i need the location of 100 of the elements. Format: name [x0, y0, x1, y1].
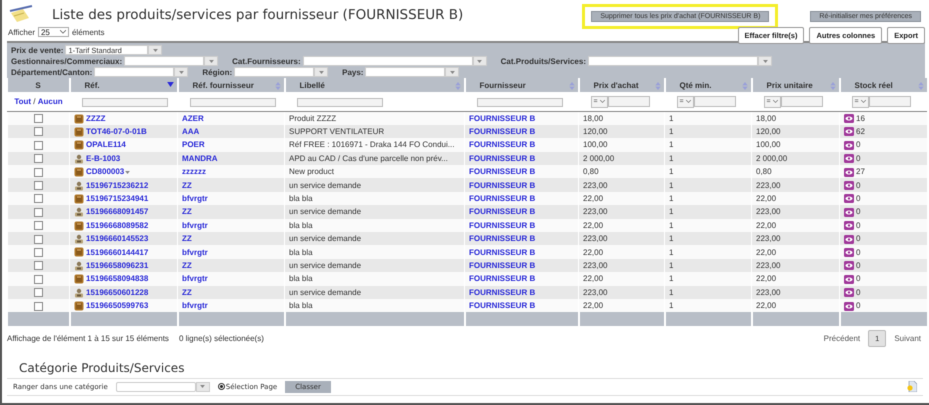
dropdown-button[interactable] [148, 45, 162, 55]
ref-link[interactable]: 15196660144417 [86, 248, 148, 257]
supplier-link[interactable]: FOURNISSEUR B [469, 288, 536, 297]
supplier-ref-link[interactable]: bfvrgtr [182, 301, 208, 310]
supplier-ref-link[interactable]: zzzzzz [182, 167, 206, 176]
eye-icon[interactable] [844, 234, 854, 244]
supplier-link[interactable]: FOURNISSEUR B [469, 301, 536, 310]
supplier-ref-link[interactable]: ZZ [182, 234, 192, 244]
dropdown-button[interactable] [196, 382, 210, 392]
supplier-link[interactable]: FOURNISSEUR B [469, 220, 536, 230]
supplier-link[interactable]: FOURNISSEUR B [469, 207, 536, 216]
eye-icon[interactable] [844, 194, 854, 204]
filter-field[interactable] [296, 98, 382, 107]
supplier-ref-link[interactable]: bfvrgtr [182, 194, 208, 204]
previous-link[interactable]: Précédent [824, 334, 860, 343]
eye-icon[interactable] [844, 154, 854, 164]
dropdown-button[interactable] [314, 67, 328, 77]
supplier-link[interactable]: FOURNISSEUR B [469, 180, 536, 190]
supplier-ref-link[interactable]: ZZ [182, 207, 192, 216]
ref-link[interactable]: 15196658094838 [86, 274, 148, 284]
ref-link[interactable]: 15196660145523 [86, 234, 148, 244]
supplier-ref-link[interactable]: MANDRA [182, 154, 218, 163]
supplier-ref-link[interactable]: POER [182, 140, 205, 150]
supplier-ref-link[interactable]: bfvrgtr [182, 274, 208, 284]
eye-icon[interactable] [844, 181, 854, 190]
ref-link[interactable]: OPALE114 [86, 140, 126, 150]
row-checkbox[interactable] [34, 181, 43, 190]
column-header[interactable]: Libellé [284, 78, 464, 92]
supplier-ref-link[interactable]: ZZ [182, 180, 192, 190]
caret-icon[interactable] [125, 171, 130, 174]
page-size-select[interactable]: 25 [38, 27, 69, 37]
filter-field[interactable] [694, 96, 736, 107]
column-header[interactable]: Fournisseur [464, 78, 578, 92]
supplier-link[interactable]: FOURNISSEUR B [469, 234, 536, 244]
supplier-link[interactable]: FOURNISSEUR B [469, 274, 536, 284]
row-checkbox[interactable] [34, 208, 43, 217]
supplier-ref-link[interactable]: AZER [182, 114, 204, 123]
eye-icon[interactable] [844, 208, 854, 217]
dropdown-button[interactable] [472, 56, 487, 66]
eye-icon[interactable] [844, 302, 854, 311]
filter-field[interactable] [608, 96, 650, 107]
eye-icon[interactable] [844, 168, 854, 177]
supplier-ref-link[interactable]: bfvrgtr [182, 248, 208, 257]
filter-field[interactable] [476, 98, 562, 107]
row-checkbox[interactable] [34, 154, 43, 164]
filter-field[interactable] [780, 96, 823, 107]
row-checkbox[interactable] [34, 127, 43, 136]
filter-field[interactable] [82, 98, 168, 107]
new-document-icon[interactable] [907, 381, 917, 392]
eye-icon[interactable] [844, 221, 854, 230]
radio-button[interactable] [218, 383, 225, 390]
column-header[interactable]: Réf. [70, 78, 178, 92]
row-checkbox[interactable] [34, 221, 43, 230]
supplier-ref-link[interactable]: ZZ [182, 288, 192, 297]
eye-icon[interactable] [844, 288, 854, 298]
row-checkbox[interactable] [34, 248, 43, 257]
supplier-link[interactable]: FOURNISSEUR B [469, 248, 536, 257]
column-header[interactable]: Réf. fournisseur [178, 78, 284, 92]
ref-link[interactable]: 15196715236212 [86, 180, 148, 190]
select-none-link[interactable]: Aucun [38, 97, 63, 106]
column-header[interactable]: Prix unitaire [752, 78, 840, 92]
ref-link[interactable]: 15196715234941 [86, 194, 148, 204]
eye-icon[interactable] [844, 127, 854, 136]
select-all-link[interactable]: Tout [14, 97, 32, 106]
row-checkbox[interactable] [34, 261, 43, 270]
filter-field[interactable] [868, 96, 911, 107]
eye-icon[interactable] [844, 114, 854, 124]
eye-icon[interactable] [844, 274, 854, 284]
row-checkbox[interactable] [34, 168, 43, 177]
supplier-link[interactable]: FOURNISSEUR B [469, 154, 536, 163]
ref-link[interactable]: 15196650599763 [86, 301, 148, 310]
next-link[interactable]: Suivant [894, 334, 921, 343]
column-header[interactable]: Stock réel [840, 78, 926, 92]
supplier-ref-link[interactable]: AAA [182, 127, 200, 136]
row-checkbox[interactable] [34, 114, 43, 124]
dropdown-button[interactable] [445, 67, 460, 77]
ref-link[interactable]: 15196668091457 [86, 207, 148, 216]
supplier-link[interactable]: FOURNISSEUR B [469, 194, 536, 204]
supplier-link[interactable]: FOURNISSEUR B [469, 140, 536, 150]
ref-link[interactable]: CD800003 [86, 167, 124, 176]
supplier-link[interactable]: FOURNISSEUR B [469, 167, 536, 176]
ref-link[interactable]: 15196658096231 [86, 260, 148, 270]
ref-link[interactable]: 15196668089582 [86, 220, 148, 230]
column-header[interactable]: S [8, 78, 70, 92]
ref-link[interactable]: E-B-1003 [86, 154, 120, 163]
column-header[interactable]: Prix d'achat [578, 78, 664, 92]
eye-icon[interactable] [844, 248, 854, 257]
supplier-ref-link[interactable]: ZZ [182, 260, 192, 270]
supplier-ref-link[interactable]: bfvrgtr [182, 220, 208, 230]
row-checkbox[interactable] [34, 302, 43, 311]
supplier-link[interactable]: FOURNISSEUR B [469, 114, 536, 123]
ref-link[interactable]: TOT46-07-0-01B [86, 127, 147, 136]
dropdown-button[interactable] [758, 56, 772, 66]
eye-icon[interactable] [844, 140, 854, 150]
filter-field[interactable] [190, 98, 276, 107]
dropdown-button[interactable] [174, 67, 188, 77]
row-checkbox[interactable] [34, 140, 43, 150]
row-checkbox[interactable] [34, 288, 43, 298]
supplier-link[interactable]: FOURNISSEUR B [469, 260, 536, 270]
row-checkbox[interactable] [34, 194, 43, 204]
